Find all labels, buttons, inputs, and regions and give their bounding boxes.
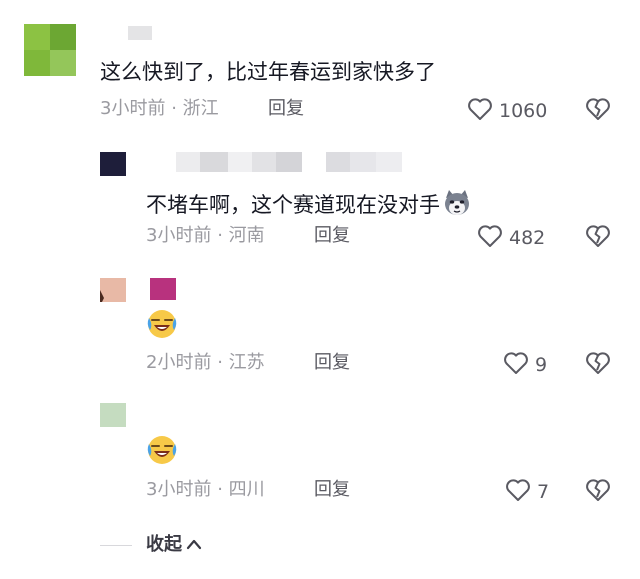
heart-outline-icon <box>467 97 493 125</box>
username-blurred[interactable] <box>150 278 176 300</box>
username-blurred[interactable] <box>176 152 402 172</box>
collapse-replies-button[interactable]: 收起 <box>146 536 202 554</box>
comment-meta: 3小时前 · 四川 <box>146 481 265 499</box>
broken-heart-icon[interactable] <box>585 224 611 252</box>
comment-time: 3小时前 <box>146 479 212 500</box>
collapse-divider <box>100 545 132 546</box>
like-button[interactable]: 7 <box>505 478 549 506</box>
avatar-pixel-image <box>24 24 76 76</box>
comment-meta: 2小时前 · 江苏 <box>146 354 265 372</box>
like-count: 1060 <box>499 99 548 122</box>
broken-heart-icon[interactable] <box>585 97 611 125</box>
avatar[interactable] <box>100 152 126 176</box>
avatar-pixel-image <box>100 278 126 302</box>
avatar-pixel-image <box>100 152 126 176</box>
comment-time: 3小时前 <box>146 225 212 246</box>
like-button[interactable]: 482 <box>477 224 545 252</box>
heart-outline-icon <box>503 351 529 379</box>
meta-separator: · <box>217 352 223 373</box>
comment-meta: 3小时前 · 河南 <box>146 227 265 245</box>
comment-time: 3小时前 <box>100 98 166 119</box>
comment-meta: 3小时前 · 浙江 <box>100 100 219 118</box>
meta-separator: · <box>217 225 223 246</box>
reply-button[interactable]: 回复 <box>314 354 350 372</box>
comment-location: 河南 <box>228 225 265 246</box>
meta-separator: · <box>171 98 177 119</box>
comment-text: 这么快到了，比过年春运到家快多了 <box>100 60 436 84</box>
meta-separator: · <box>217 479 223 500</box>
avatar[interactable] <box>100 278 126 302</box>
comment-text: 不堵车啊，这个赛道现在没对手 <box>146 188 472 222</box>
like-button[interactable]: 1060 <box>467 97 547 125</box>
like-count: 7 <box>537 480 550 503</box>
reply-button[interactable]: 回复 <box>314 227 350 245</box>
husky-dog-emoji <box>442 188 472 222</box>
comment-location: 四川 <box>228 479 265 500</box>
laughing-crying-emoji <box>146 308 178 344</box>
reply-button[interactable]: 回复 <box>268 100 304 118</box>
reply-button[interactable]: 回复 <box>314 481 350 499</box>
chevron-up-icon <box>186 536 202 554</box>
laughing-crying-emoji <box>146 434 178 470</box>
comment-text-body: 不堵车啊，这个赛道现在没对手 <box>146 192 440 217</box>
collapse-label: 收起 <box>146 534 182 555</box>
comment-time: 2小时前 <box>146 352 212 373</box>
avatar-pixel-image <box>100 403 126 427</box>
comment-location: 浙江 <box>182 98 219 119</box>
like-count: 482 <box>509 226 546 249</box>
broken-heart-icon[interactable] <box>585 351 611 379</box>
broken-heart-icon[interactable] <box>585 478 611 506</box>
avatar[interactable] <box>24 24 76 76</box>
heart-outline-icon <box>505 478 531 506</box>
comment-location: 江苏 <box>228 352 265 373</box>
like-button[interactable]: 9 <box>503 351 547 379</box>
heart-outline-icon <box>477 224 503 252</box>
like-count: 9 <box>535 353 548 376</box>
username-blurred[interactable] <box>128 26 152 40</box>
avatar[interactable] <box>100 403 126 427</box>
